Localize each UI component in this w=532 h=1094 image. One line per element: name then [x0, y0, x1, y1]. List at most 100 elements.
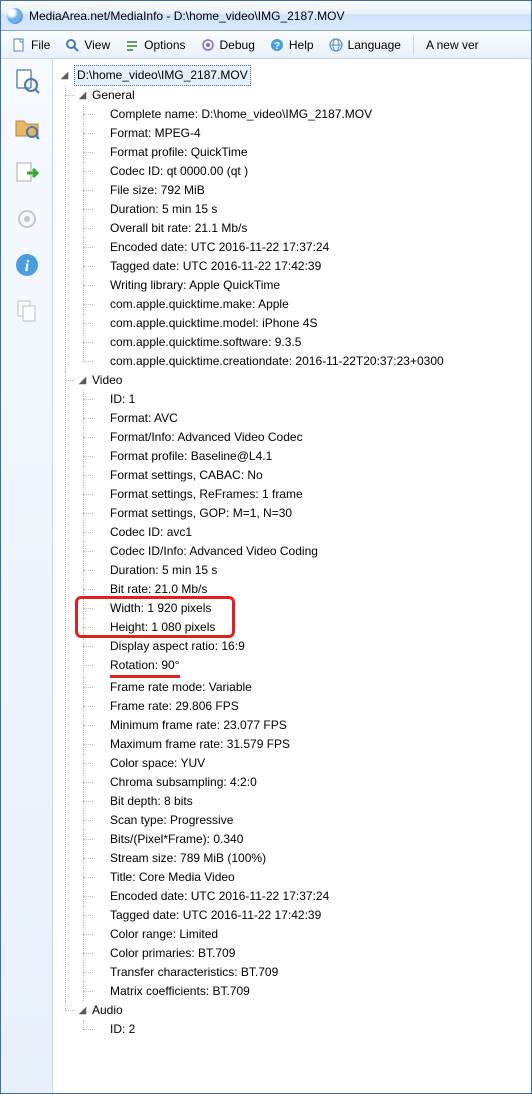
tree-section-audio[interactable]: ◢ Audio ID: 2 — [77, 1001, 527, 1039]
tree-leaf[interactable]: File size: 792 MiB — [95, 181, 527, 200]
tree-leaf[interactable]: Format: AVC — [95, 409, 527, 428]
sidebar-export[interactable] — [11, 157, 43, 189]
collapse-icon[interactable]: ◢ — [77, 90, 88, 101]
leaf-label: Tagged date: UTC 2016-11-22 17:42:39 — [110, 906, 321, 925]
sidebar-settings[interactable] — [11, 203, 43, 235]
tree-leaf[interactable]: Width: 1 920 pixels — [95, 599, 527, 618]
debug-icon — [200, 37, 216, 53]
menu-options[interactable]: Options — [118, 35, 191, 55]
leaf-label: Format settings, ReFrames: 1 frame — [110, 485, 303, 504]
tree-leaf[interactable]: Tagged date: UTC 2016-11-22 17:42:39 — [95, 906, 527, 925]
tree-leaf[interactable]: Frame rate: 29.806 FPS — [95, 697, 527, 716]
leaf-label: Codec ID/Info: Advanced Video Coding — [110, 542, 318, 561]
tree-leaf[interactable]: Transfer characteristics: BT.709 — [95, 963, 527, 982]
tree-leaf[interactable]: Duration: 5 min 15 s — [95, 561, 527, 580]
menu-view[interactable]: View — [58, 35, 116, 55]
tree-leaf[interactable]: Encoded date: UTC 2016-11-22 17:37:24 — [95, 887, 527, 906]
options-icon — [124, 37, 140, 53]
tree-leaf[interactable]: Stream size: 789 MiB (100%) — [95, 849, 527, 868]
leaf-label: com.apple.quicktime.make: Apple — [110, 295, 289, 314]
tree-section-video[interactable]: ◢ Video ID: 1Format: AVCFormat/Info: Adv… — [77, 371, 527, 1001]
leaf-label: Encoded date: UTC 2016-11-22 17:37:24 — [110, 238, 329, 257]
tree-leaf[interactable]: Title: Core Media Video — [95, 868, 527, 887]
menu-file[interactable]: File — [5, 35, 56, 55]
section-label: Audio — [92, 1001, 123, 1020]
tree-leaf[interactable]: Format/Info: Advanced Video Codec — [95, 428, 527, 447]
tree-leaf[interactable]: Format profile: QuickTime — [95, 143, 527, 162]
tree-section-general[interactable]: ◢ General Complete name: D:\home_video\I… — [77, 86, 527, 371]
tree-leaf[interactable]: com.apple.quicktime.software: 9.3.5 — [95, 333, 527, 352]
collapse-icon[interactable]: ◢ — [77, 375, 88, 386]
tree-leaf[interactable]: ID: 1 — [95, 390, 527, 409]
leaf-label: Bit rate: 21.0 Mb/s — [110, 580, 207, 599]
tree-leaf[interactable]: Minimum frame rate: 23.077 FPS — [95, 716, 527, 735]
leaf-label: Format profile: Baseline@L4.1 — [110, 447, 272, 466]
tree-leaf[interactable]: Color space: YUV — [95, 754, 527, 773]
tree-leaf[interactable]: Writing library: Apple QuickTime — [95, 276, 527, 295]
leaf-label: Frame rate: 29.806 FPS — [110, 697, 239, 716]
sidebar-open-file[interactable] — [11, 65, 43, 97]
tree-leaf[interactable]: Rotation: 90° — [95, 656, 527, 678]
tree-leaf[interactable]: Codec ID: qt 0000.00 (qt ) — [95, 162, 527, 181]
tree-leaf[interactable]: Bit depth: 8 bits — [95, 792, 527, 811]
titlebar[interactable]: MediaArea.net/MediaInfo - D:\home_video\… — [1, 1, 531, 31]
collapse-icon[interactable]: ◢ — [77, 1005, 88, 1016]
leaf-label: com.apple.quicktime.model: iPhone 4S — [110, 314, 317, 333]
leaf-label: Color range: Limited — [110, 925, 218, 944]
language-icon — [328, 37, 344, 53]
tree-leaf[interactable]: Overall bit rate: 21.1 Mb/s — [95, 219, 527, 238]
leaf-label: Format: AVC — [110, 409, 178, 428]
menu-label: A new ver — [426, 38, 479, 52]
tree-leaf[interactable]: Format: MPEG-4 — [95, 124, 527, 143]
tree-leaf[interactable]: ID: 2 — [95, 1020, 527, 1039]
tree-leaf[interactable]: Bits/(Pixel*Frame): 0.340 — [95, 830, 527, 849]
tree-leaf[interactable]: com.apple.quicktime.model: iPhone 4S — [95, 314, 527, 333]
tree-leaf[interactable]: Scan type: Progressive — [95, 811, 527, 830]
tree-leaf[interactable]: Maximum frame rate: 31.579 FPS — [95, 735, 527, 754]
sidebar-open-folder[interactable] — [11, 111, 43, 143]
tree-leaf[interactable]: Format settings, ReFrames: 1 frame — [95, 485, 527, 504]
tree-view[interactable]: ◢ D:\home_video\IMG_2187.MOV ◢ General C… — [53, 59, 531, 1093]
leaf-label: Format settings, GOP: M=1, N=30 — [110, 504, 292, 523]
leaf-label: com.apple.quicktime.creationdate: 2016-1… — [110, 352, 444, 371]
tree-leaf[interactable]: Complete name: D:\home_video\IMG_2187.MO… — [95, 105, 527, 124]
leaf-label: Tagged date: UTC 2016-11-22 17:42:39 — [110, 257, 321, 276]
menu-help[interactable]: ? Help — [263, 35, 320, 55]
menu-label: File — [31, 38, 50, 52]
window-title: MediaArea.net/MediaInfo - D:\home_video\… — [29, 9, 345, 23]
svg-text:?: ? — [274, 41, 280, 52]
sidebar-about[interactable]: i — [11, 249, 43, 281]
tree-leaf[interactable]: Codec ID/Info: Advanced Video Coding — [95, 542, 527, 561]
tree-root-label[interactable]: D:\home_video\IMG_2187.MOV — [74, 65, 251, 86]
tree-leaf[interactable]: Matrix coefficients: BT.709 — [95, 982, 527, 1001]
sidebar-copy[interactable] — [11, 295, 43, 327]
tree-leaf[interactable]: Encoded date: UTC 2016-11-22 17:37:24 — [95, 238, 527, 257]
menu-language[interactable]: Language — [322, 35, 407, 55]
tree-leaf[interactable]: Display aspect ratio: 16:9 — [95, 637, 527, 656]
leaf-label: Encoded date: UTC 2016-11-22 17:37:24 — [110, 887, 329, 906]
leaf-label: Codec ID: qt 0000.00 (qt ) — [110, 162, 248, 181]
tree-leaf[interactable]: Height: 1 080 pixels — [95, 618, 527, 637]
leaf-label: Format: MPEG-4 — [110, 124, 201, 143]
tree-leaf[interactable]: Format profile: Baseline@L4.1 — [95, 447, 527, 466]
tree-leaf[interactable]: Tagged date: UTC 2016-11-22 17:42:39 — [95, 257, 527, 276]
tree-leaf[interactable]: Format settings, CABAC: No — [95, 466, 527, 485]
tree-leaf[interactable]: Bit rate: 21.0 Mb/s — [95, 580, 527, 599]
menu-debug[interactable]: Debug — [194, 35, 261, 55]
tree-leaf[interactable]: com.apple.quicktime.creationdate: 2016-1… — [95, 352, 527, 371]
menubar: File View Options Debug ? Help Language … — [1, 31, 531, 59]
menu-newver[interactable]: A new ver — [420, 36, 485, 54]
svg-text:i: i — [24, 258, 29, 275]
tree-leaf[interactable]: Color primaries: BT.709 — [95, 944, 527, 963]
tree-leaf[interactable]: Format settings, GOP: M=1, N=30 — [95, 504, 527, 523]
section-label: Video — [92, 371, 122, 390]
tree-leaf[interactable]: com.apple.quicktime.make: Apple — [95, 295, 527, 314]
tree-leaf[interactable]: Codec ID: avc1 — [95, 523, 527, 542]
tree-leaf[interactable]: Frame rate mode: Variable — [95, 678, 527, 697]
collapse-icon[interactable]: ◢ — [59, 70, 70, 81]
tree-leaf[interactable]: Color range: Limited — [95, 925, 527, 944]
tree-leaf[interactable]: Duration: 5 min 15 s — [95, 200, 527, 219]
leaf-label: Color primaries: BT.709 — [110, 944, 235, 963]
tree-root[interactable]: ◢ D:\home_video\IMG_2187.MOV ◢ General C… — [59, 65, 527, 1039]
tree-leaf[interactable]: Chroma subsampling: 4:2:0 — [95, 773, 527, 792]
